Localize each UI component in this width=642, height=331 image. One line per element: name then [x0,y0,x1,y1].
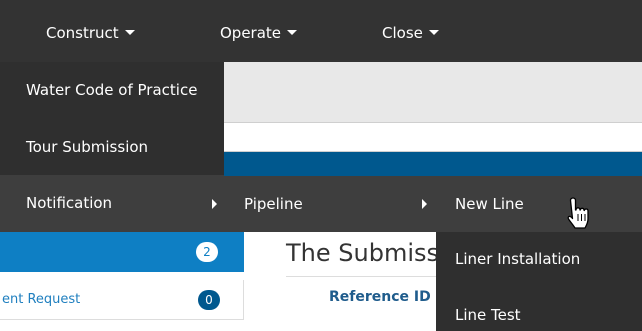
menu-item-tour-submission[interactable]: Tour Submission [0,119,224,175]
caret-right-icon [422,199,427,209]
menu-item-label: New Line [455,195,524,213]
menu-item-label: Tour Submission [26,138,149,156]
caret-down-icon [287,30,298,35]
count-badge: 2 [196,242,218,262]
menu-item-label: Pipeline [244,195,303,213]
page-header-band [224,62,642,122]
menu-item-notification[interactable]: Notification [0,175,224,232]
left-panel: 2 ent Request 0 [0,232,244,331]
page-title: The Submissi [286,239,446,267]
search-field[interactable] [224,122,642,152]
table-header: Reference ID [286,276,438,322]
menu-item-water-code-of-practice[interactable]: Water Code of Practice [0,62,224,119]
menu-item-label: Liner Installation [455,250,581,268]
nav-operate[interactable]: Operate [220,0,298,62]
blue-banner [224,152,642,176]
pipeline-submenu: New Line Liner Installation Line Test [436,176,642,331]
caret-down-icon [124,30,135,35]
menu-item-new-line[interactable]: New Line [436,176,642,232]
caret-right-icon [212,199,217,209]
left-panel-link-label[interactable]: ent Request [2,280,80,320]
notification-submenu: Pipeline [224,176,436,232]
menu-item-label: Line Test [455,306,521,324]
left-panel-link-item[interactable]: ent Request 0 [0,280,244,320]
nav-construct[interactable]: Construct [46,0,135,62]
nav-operate-label: Operate [220,24,282,42]
menu-item-label: Notification [26,194,113,212]
menu-item-label: Water Code of Practice [26,81,198,99]
column-header-reference-id[interactable]: Reference ID [329,289,431,305]
count-badge: 0 [198,290,220,310]
nav-close-label: Close [382,24,423,42]
menu-item-line-test[interactable]: Line Test [436,287,642,331]
nav-construct-label: Construct [46,24,119,42]
construct-dropdown-menu: Water Code of Practice Tour Submission N… [0,62,224,232]
menu-item-liner-installation[interactable]: Liner Installation [436,232,642,287]
hand-pointer-icon [567,197,589,229]
caret-down-icon [428,30,439,35]
top-navbar: Construct Operate Close [0,0,642,62]
nav-close[interactable]: Close [382,0,439,62]
left-panel-active-item[interactable]: 2 [0,232,244,272]
menu-item-pipeline[interactable]: Pipeline [224,176,436,232]
